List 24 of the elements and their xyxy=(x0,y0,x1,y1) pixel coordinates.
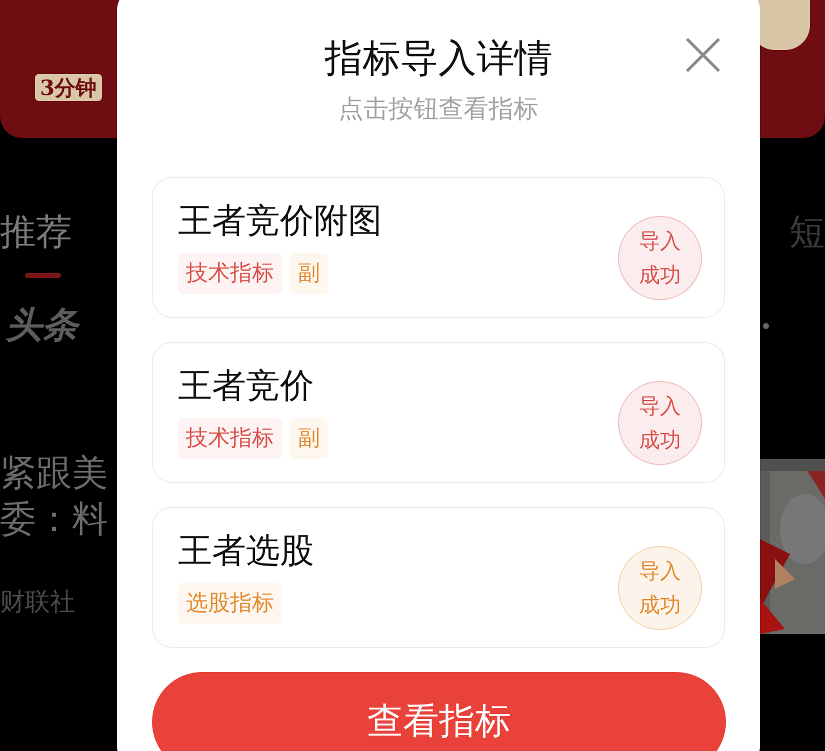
indicator-name: 王者选股 xyxy=(178,532,314,572)
dialog-subtitle: 点击按钮查看指标 xyxy=(338,92,540,125)
indicator-name: 王者竞价附图 xyxy=(178,202,382,242)
indicator-card[interactable]: 王者竞价附图 技术指标 副 导入成功 xyxy=(152,177,725,318)
indicator-tag: 技术指标 xyxy=(178,418,282,460)
duration-tag: 3分钟 xyxy=(35,74,102,101)
indicator-tag: 技术指标 xyxy=(178,253,282,294)
view-indicators-button[interactable]: 查看指标 xyxy=(152,672,726,751)
close-icon[interactable] xyxy=(684,36,722,74)
news-headline[interactable]: 紧跟美 委：料 xyxy=(0,451,108,543)
indicator-tag: 副 xyxy=(290,253,328,294)
indicator-name: 王者竞价 xyxy=(178,367,315,406)
indicator-tag: 副 xyxy=(290,418,328,460)
news-source: 财联社 xyxy=(0,586,76,618)
logo: 头条 xyxy=(6,308,78,344)
indicator-card[interactable]: 王者竞价 技术指标 副 导入成功 xyxy=(152,342,725,484)
status-stamp: 导入成功 xyxy=(618,381,702,466)
tab[interactable]: 推荐 xyxy=(0,215,72,251)
dot-icon xyxy=(763,322,769,328)
dialog-title: 指标导入详情 xyxy=(324,38,554,80)
indicator-tag: 选股指标 xyxy=(178,583,282,624)
status-stamp: 导入成功 xyxy=(618,216,702,300)
indicator-card[interactable]: 王者选股 选股指标 导入成功 xyxy=(152,507,725,648)
status-stamp: 导入成功 xyxy=(618,546,702,630)
